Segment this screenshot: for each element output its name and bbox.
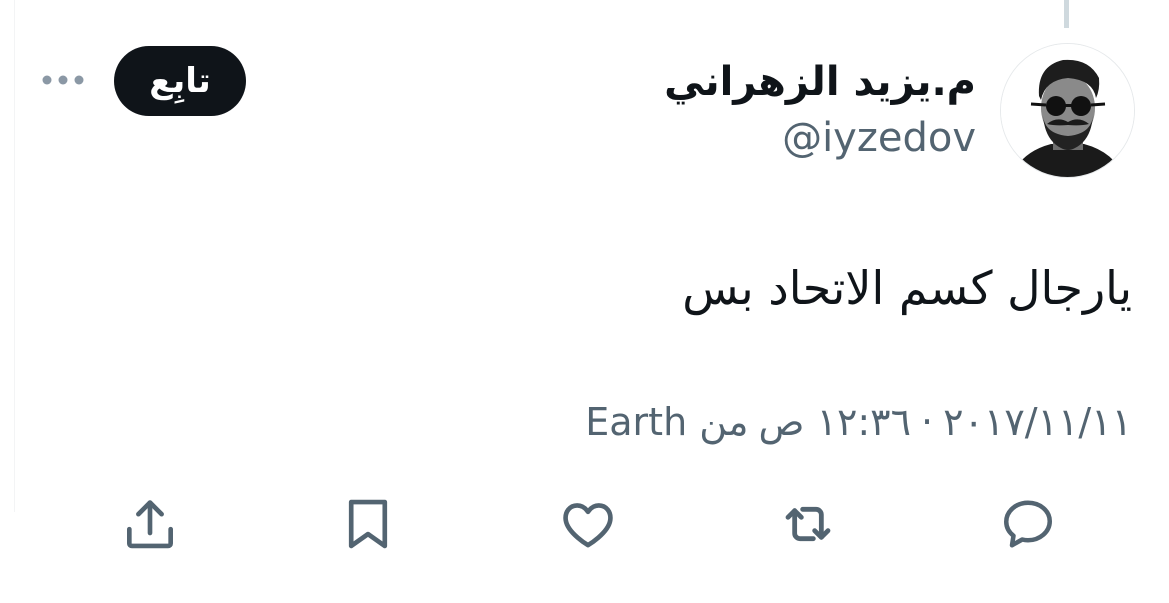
meta-separator: · xyxy=(921,400,934,444)
tweet-source: من Earth xyxy=(585,400,749,444)
like-icon xyxy=(563,503,613,548)
user-handle[interactable]: @iyzedov xyxy=(782,114,976,162)
more-icon xyxy=(42,75,84,85)
share-button[interactable] xyxy=(118,492,182,556)
tweet-text: يارجال كسم الاتحاد بس xyxy=(682,261,1132,315)
share-icon xyxy=(127,500,173,549)
bookmark-button[interactable] xyxy=(336,492,400,556)
retweet-button[interactable] xyxy=(776,492,840,556)
like-button[interactable] xyxy=(556,492,620,556)
reply-icon xyxy=(1004,500,1052,548)
follow-button[interactable]: تابِع xyxy=(114,46,246,116)
user-display-name[interactable]: م.يزيد الزهراني xyxy=(664,58,976,106)
tweet-metadata: ٢٠١٧/١١/١١ · ١٢:٣٦ ص من Earth xyxy=(585,397,1132,447)
reply-button[interactable] xyxy=(996,492,1060,556)
more-options-button[interactable] xyxy=(38,62,88,98)
tweet-date[interactable]: ٢٠١٧/١١/١١ xyxy=(943,397,1132,447)
divider xyxy=(14,0,15,512)
tweet-time[interactable]: ١٢:٣٦ ص xyxy=(759,397,911,447)
avatar[interactable] xyxy=(1000,43,1135,178)
avatar-image xyxy=(1001,44,1134,177)
tweet-card: م.يزيد الزهراني @iyzedov تابِع يارجال كس… xyxy=(0,0,1169,603)
thread-connector-line xyxy=(1064,0,1069,28)
bookmark-icon xyxy=(348,499,388,549)
retweet-icon xyxy=(785,506,831,542)
